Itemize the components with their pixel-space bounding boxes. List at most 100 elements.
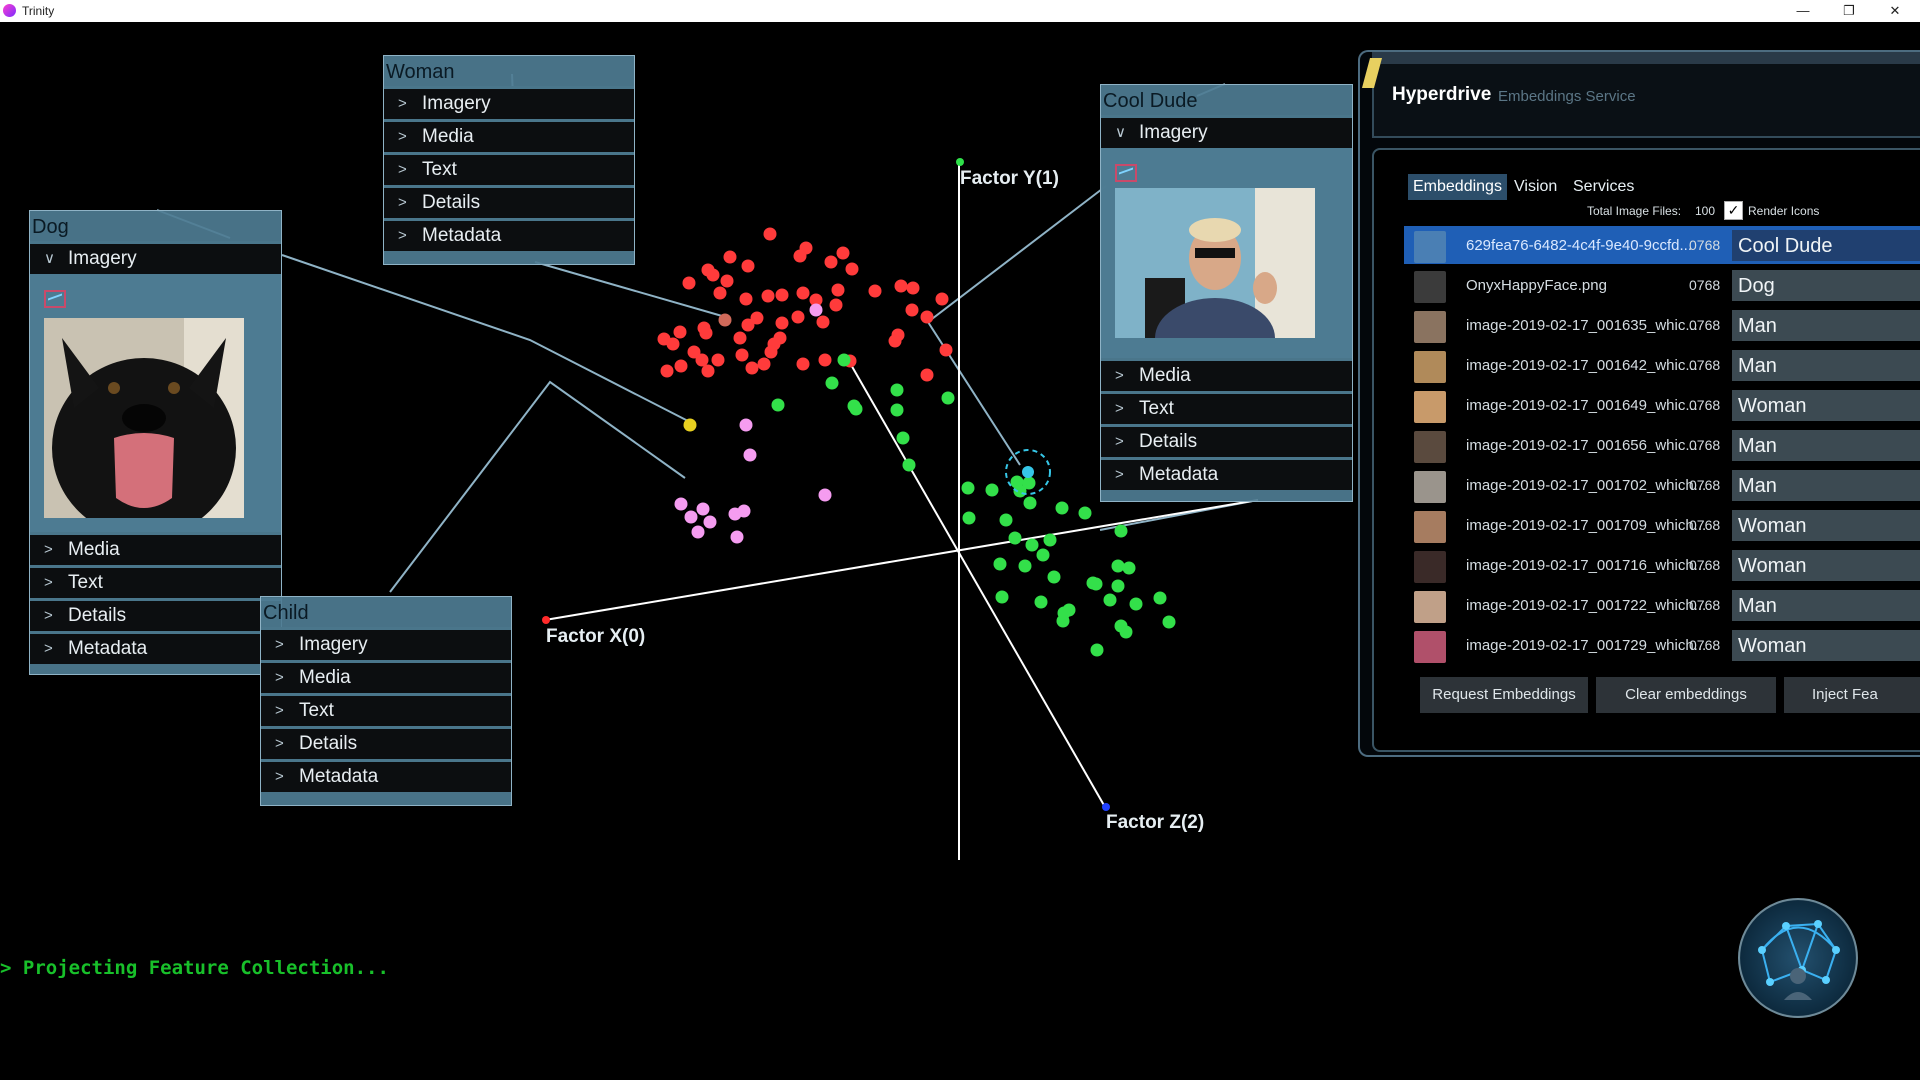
data-point[interactable] <box>718 313 732 327</box>
list-item[interactable]: image-2019-02-17_001635_whic... 0768 Man <box>1404 306 1920 344</box>
data-point[interactable] <box>939 343 953 357</box>
data-point[interactable] <box>920 368 934 382</box>
data-point[interactable] <box>763 227 777 241</box>
data-point[interactable] <box>757 357 771 371</box>
panel-row-media[interactable]: > Media <box>261 660 511 693</box>
data-point[interactable] <box>1114 524 1128 538</box>
panel-child[interactable]: Child > Imagery > Media > Text > Details > Me… <box>260 596 512 806</box>
data-point[interactable] <box>723 250 737 264</box>
data-point[interactable] <box>703 515 717 529</box>
data-point[interactable] <box>1122 561 1136 575</box>
data-point[interactable] <box>816 315 830 329</box>
data-point[interactable] <box>1111 559 1125 573</box>
data-point[interactable] <box>961 481 975 495</box>
data-point[interactable] <box>730 530 744 544</box>
panel-row-imagery[interactable]: > Imagery <box>261 627 511 660</box>
data-point[interactable] <box>995 590 1009 604</box>
data-point[interactable] <box>999 513 1013 527</box>
data-point[interactable] <box>741 259 755 273</box>
data-point[interactable] <box>1153 591 1167 605</box>
list-item[interactable]: image-2019-02-17_001656_whic... 0768 Man <box>1404 426 1920 464</box>
item-label-field[interactable]: Woman <box>1732 390 1920 421</box>
data-point[interactable] <box>890 403 904 417</box>
data-point[interactable] <box>1055 501 1069 515</box>
data-point[interactable] <box>825 376 839 390</box>
data-point[interactable] <box>695 353 709 367</box>
panel-row-metadata[interactable]: > Metadata <box>1101 457 1352 490</box>
data-point[interactable] <box>894 279 908 293</box>
panel-row-metadata[interactable]: > Metadata <box>261 759 511 792</box>
data-point[interactable] <box>699 326 713 340</box>
list-item[interactable]: image-2019-02-17_001729_which... 0768 Woma… <box>1404 626 1920 664</box>
panel-woman[interactable]: Woman > Imagery > Media > Text > Details > Me… <box>383 55 635 265</box>
data-point[interactable] <box>683 418 697 432</box>
data-point[interactable] <box>673 325 687 339</box>
item-label-field[interactable]: Man <box>1732 310 1920 341</box>
data-point[interactable] <box>739 292 753 306</box>
data-point[interactable] <box>735 348 749 362</box>
data-point[interactable] <box>720 274 734 288</box>
data-point[interactable] <box>1034 595 1048 609</box>
panel-row-details[interactable]: > Details <box>1101 424 1352 457</box>
data-point[interactable] <box>993 557 1007 571</box>
item-label-field[interactable]: Cool Dude <box>1732 230 1920 261</box>
request-embeddings-button[interactable]: Request Embeddings <box>1420 677 1588 713</box>
data-point[interactable] <box>890 383 904 397</box>
tab-services[interactable]: Services <box>1568 174 1639 200</box>
panel-row-text[interactable]: > Text <box>30 565 281 598</box>
data-point[interactable] <box>733 331 747 345</box>
item-label-field[interactable]: Man <box>1732 350 1920 381</box>
data-point[interactable] <box>691 525 705 539</box>
data-point[interactable] <box>837 353 851 367</box>
data-point[interactable] <box>1119 625 1133 639</box>
close-button[interactable]: ✕ <box>1872 0 1918 22</box>
inject-features-button[interactable]: Inject Fea <box>1784 677 1920 713</box>
data-point[interactable] <box>962 511 976 525</box>
item-label-field[interactable]: Woman <box>1732 510 1920 541</box>
data-point[interactable] <box>935 292 949 306</box>
data-point[interactable] <box>750 311 764 325</box>
data-point[interactable] <box>674 497 688 511</box>
data-point[interactable] <box>1022 476 1036 490</box>
data-point[interactable] <box>701 364 715 378</box>
list-item[interactable]: image-2019-02-17_001649_whic... 0768 Woman <box>1404 386 1920 424</box>
panel-row-media[interactable]: > Media <box>384 119 634 152</box>
embeddings-list[interactable]: 629fea76-6482-4c4f-9e40-9ccfd... 0768 Cool… <box>1404 226 1920 675</box>
list-item[interactable]: OnyxHappyFace.png 0768 Dog <box>1404 266 1920 304</box>
data-point[interactable] <box>1078 506 1092 520</box>
panel-row-media[interactable]: > Media <box>1101 358 1352 391</box>
data-point[interactable] <box>1103 593 1117 607</box>
panel-row-imagery[interactable]: ∨ Imagery <box>1101 115 1352 148</box>
list-item[interactable]: 629fea76-6482-4c4f-9e40-9ccfd... 0768 Cool… <box>1404 226 1920 264</box>
data-point[interactable] <box>793 249 807 263</box>
data-point[interactable] <box>764 345 778 359</box>
panel-row-metadata[interactable]: > Metadata <box>384 218 634 251</box>
item-label-field[interactable]: Woman <box>1732 550 1920 581</box>
panel-row-imagery[interactable]: ∨ Imagery <box>30 241 281 274</box>
panel-cool-dude[interactable]: Cool Dude ∨ Imagery > Media > Text > Details… <box>1100 84 1353 502</box>
data-point[interactable] <box>737 504 751 518</box>
item-label-field[interactable]: Man <box>1732 430 1920 461</box>
data-point[interactable] <box>831 283 845 297</box>
data-point[interactable] <box>906 281 920 295</box>
data-point[interactable] <box>1057 606 1071 620</box>
data-point[interactable] <box>745 361 759 375</box>
list-item[interactable]: image-2019-02-17_001709_which... 0768 Woma… <box>1404 506 1920 544</box>
data-point[interactable] <box>775 316 789 330</box>
data-point[interactable] <box>845 262 859 276</box>
data-point[interactable] <box>771 398 785 412</box>
selected-point[interactable] <box>1022 466 1034 478</box>
data-point[interactable] <box>660 364 674 378</box>
data-point[interactable] <box>706 268 720 282</box>
data-point[interactable] <box>829 298 843 312</box>
data-point[interactable] <box>905 303 919 317</box>
data-point[interactable] <box>1043 533 1057 547</box>
data-point[interactable] <box>941 391 955 405</box>
item-label-field[interactable]: Woman <box>1732 630 1920 661</box>
item-label-field[interactable]: Dog <box>1732 270 1920 301</box>
data-point[interactable] <box>920 310 934 324</box>
data-point[interactable] <box>836 246 850 260</box>
maximize-button[interactable]: ❐ <box>1826 0 1872 22</box>
render-icons-checkbox[interactable]: ✓ <box>1724 201 1743 220</box>
clear-embeddings-button[interactable]: Clear embeddings <box>1596 677 1776 713</box>
